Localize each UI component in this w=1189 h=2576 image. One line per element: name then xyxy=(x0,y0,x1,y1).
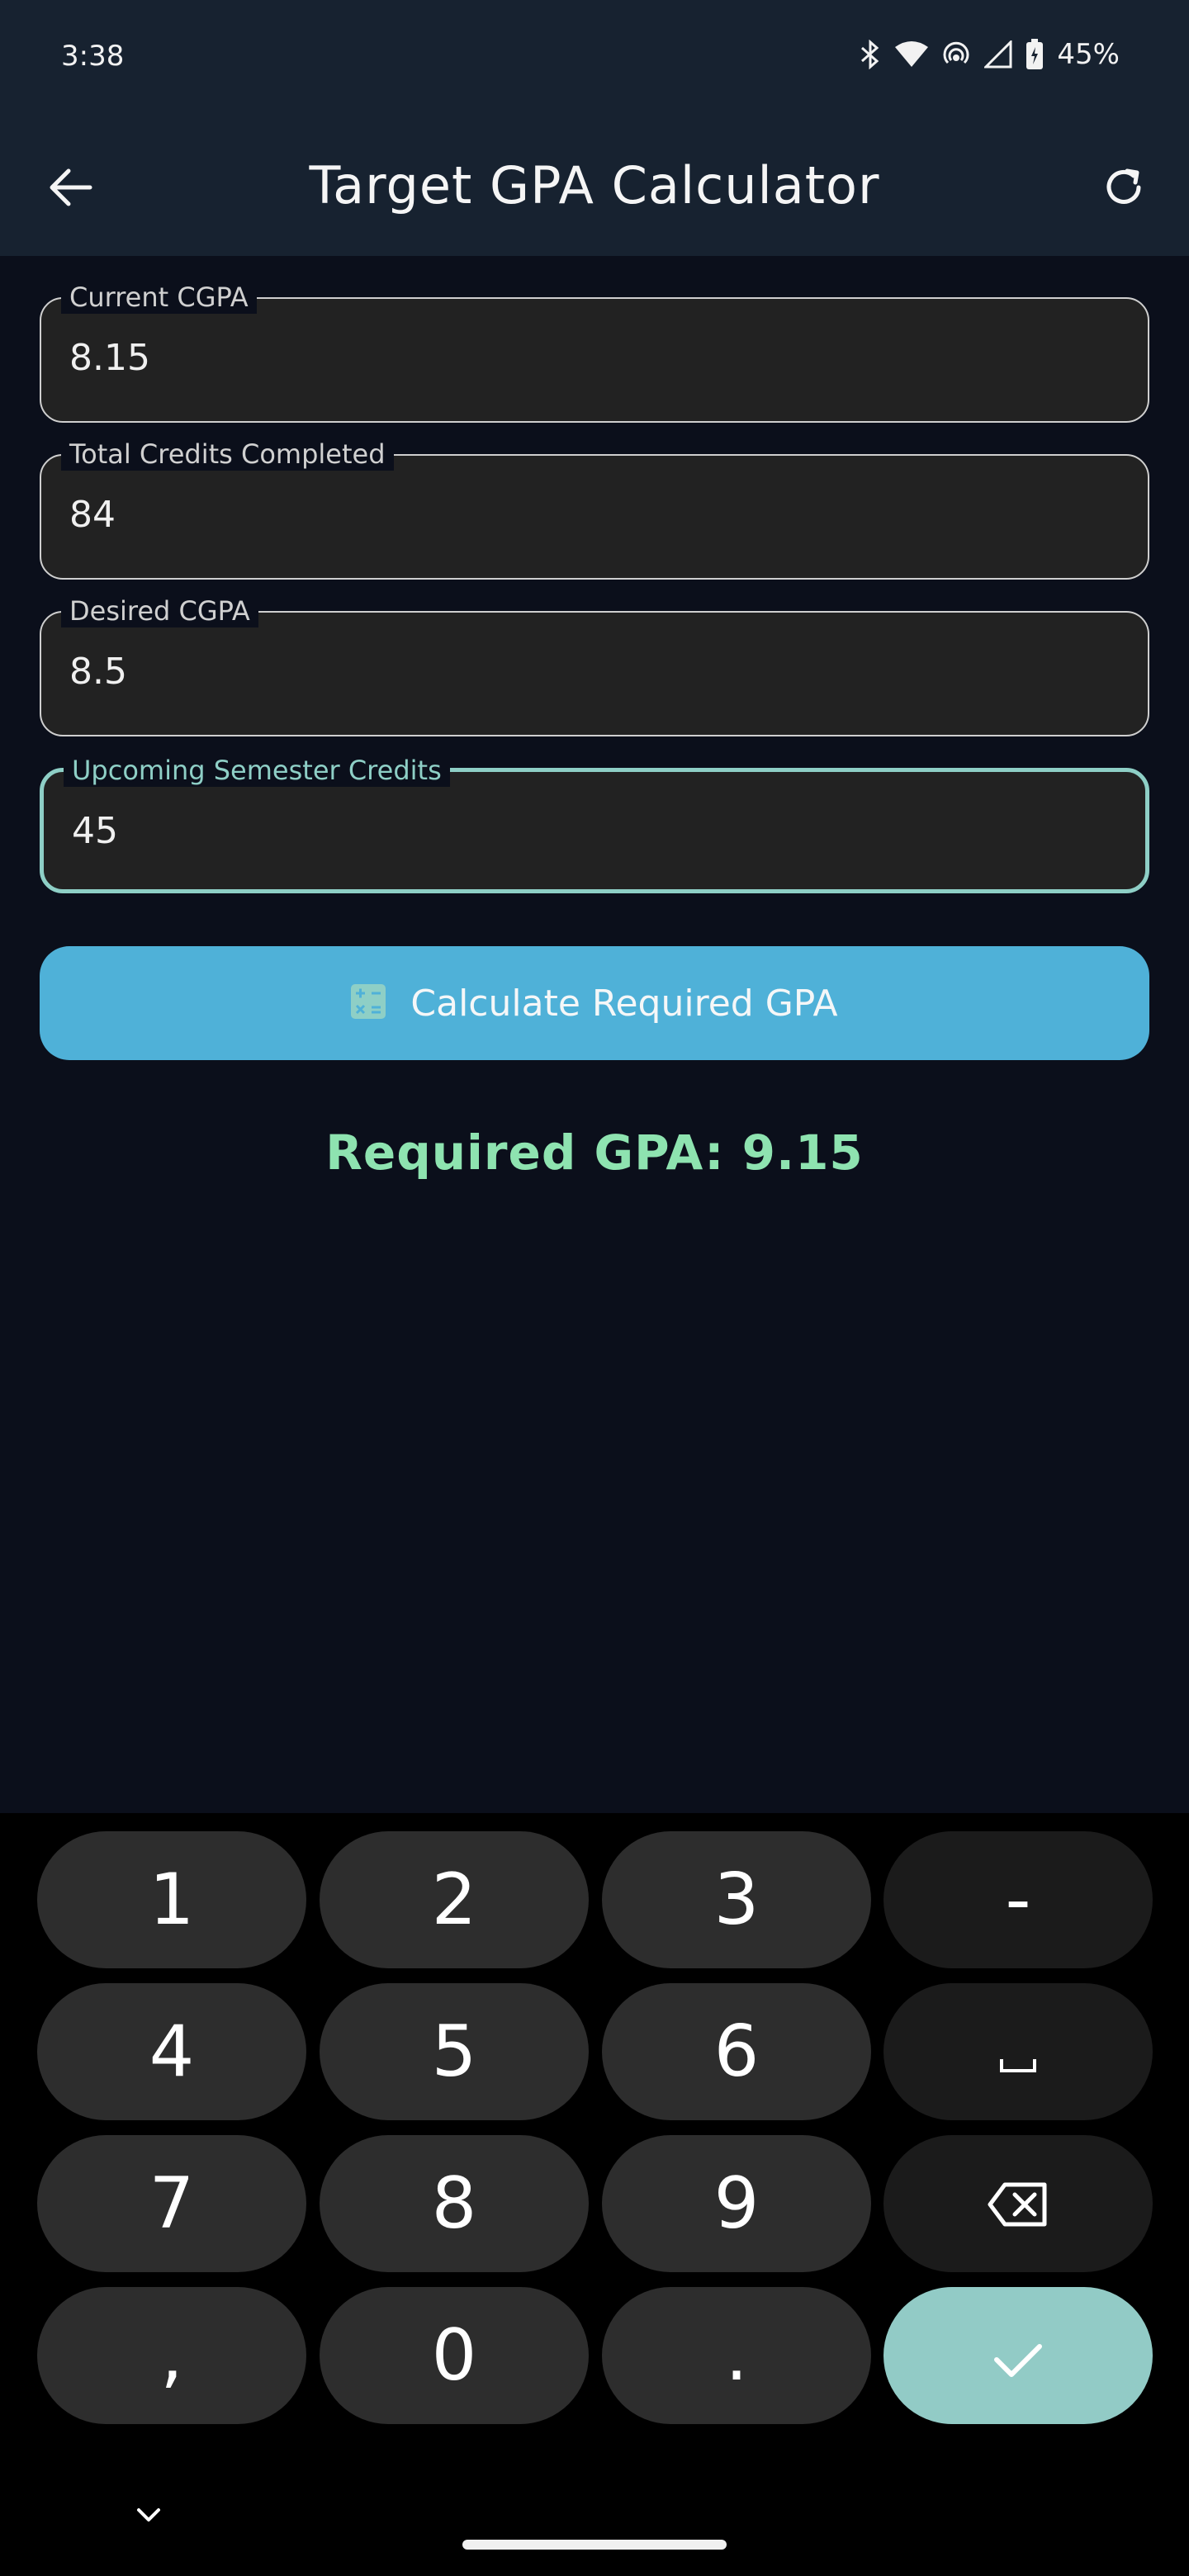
hotspot-icon xyxy=(941,40,971,69)
key-8[interactable]: 8 xyxy=(320,2135,589,2272)
refresh-icon xyxy=(1102,166,1145,212)
status-bar: 3:38 45% xyxy=(0,0,1189,124)
app-bar: Target GPA Calculator xyxy=(0,124,1189,256)
key-done[interactable] xyxy=(883,2287,1153,2424)
field-label: Total Credits Completed xyxy=(61,438,394,471)
key-1[interactable]: 1 xyxy=(37,1831,306,1968)
field-label: Current CGPA xyxy=(61,281,257,314)
keyboard-collapse-button[interactable] xyxy=(124,2500,173,2533)
key-0[interactable]: 0 xyxy=(320,2287,589,2424)
calculator-icon xyxy=(351,984,386,1022)
calculate-button-label: Calculate Required GPA xyxy=(410,982,838,1025)
status-time: 3:38 xyxy=(61,40,125,73)
key-2[interactable]: 2 xyxy=(320,1831,589,1968)
key-9[interactable]: 9 xyxy=(602,2135,871,2272)
key-comma[interactable]: , xyxy=(37,2287,306,2424)
key-6[interactable]: 6 xyxy=(602,1983,871,2120)
key-space[interactable] xyxy=(883,1983,1153,2120)
page-title: Target GPA Calculator xyxy=(309,155,880,215)
field-value[interactable]: 8.15 xyxy=(69,337,150,379)
field-value[interactable]: 84 xyxy=(69,494,116,536)
field-value[interactable]: 8.5 xyxy=(69,651,127,693)
key-5[interactable]: 5 xyxy=(320,1983,589,2120)
field-label: Upcoming Semester Credits xyxy=(64,754,450,787)
desired-cgpa-field[interactable]: Desired CGPA 8.5 xyxy=(40,594,1149,736)
calculate-button[interactable]: Calculate Required GPA xyxy=(40,946,1149,1060)
space-icon xyxy=(998,2010,1038,2093)
key-4[interactable]: 4 xyxy=(37,1983,306,2120)
key-period[interactable]: . xyxy=(602,2287,871,2424)
bluetooth-icon xyxy=(859,40,882,69)
check-icon xyxy=(992,2314,1045,2397)
key-backspace[interactable] xyxy=(883,2135,1153,2272)
key-7[interactable]: 7 xyxy=(37,2135,306,2272)
key-3[interactable]: 3 xyxy=(602,1831,871,1968)
field-label: Desired CGPA xyxy=(61,594,258,627)
backspace-icon xyxy=(987,2162,1049,2245)
status-icons: 45% xyxy=(859,38,1120,71)
battery-level: 45% xyxy=(1057,38,1120,71)
refresh-button[interactable] xyxy=(1095,160,1153,218)
total-credits-field[interactable]: Total Credits Completed 84 xyxy=(40,438,1149,580)
battery-icon xyxy=(1026,39,1044,70)
wifi-icon xyxy=(895,40,929,69)
current-cgpa-field[interactable]: Current CGPA 8.15 xyxy=(40,281,1149,423)
key-minus[interactable]: - xyxy=(883,1831,1153,1968)
numeric-keyboard: 1 2 3 - 4 5 6 7 8 9 , 0 . xyxy=(0,1813,1189,2576)
chevron-down-icon xyxy=(135,2507,162,2526)
upcoming-credits-field[interactable]: Upcoming Semester Credits 45 xyxy=(40,754,1149,893)
signal-icon xyxy=(984,40,1012,69)
result-text: Required GPA: 9.15 xyxy=(325,1125,864,1181)
home-indicator[interactable] xyxy=(462,2540,727,2550)
field-value[interactable]: 45 xyxy=(72,810,118,852)
